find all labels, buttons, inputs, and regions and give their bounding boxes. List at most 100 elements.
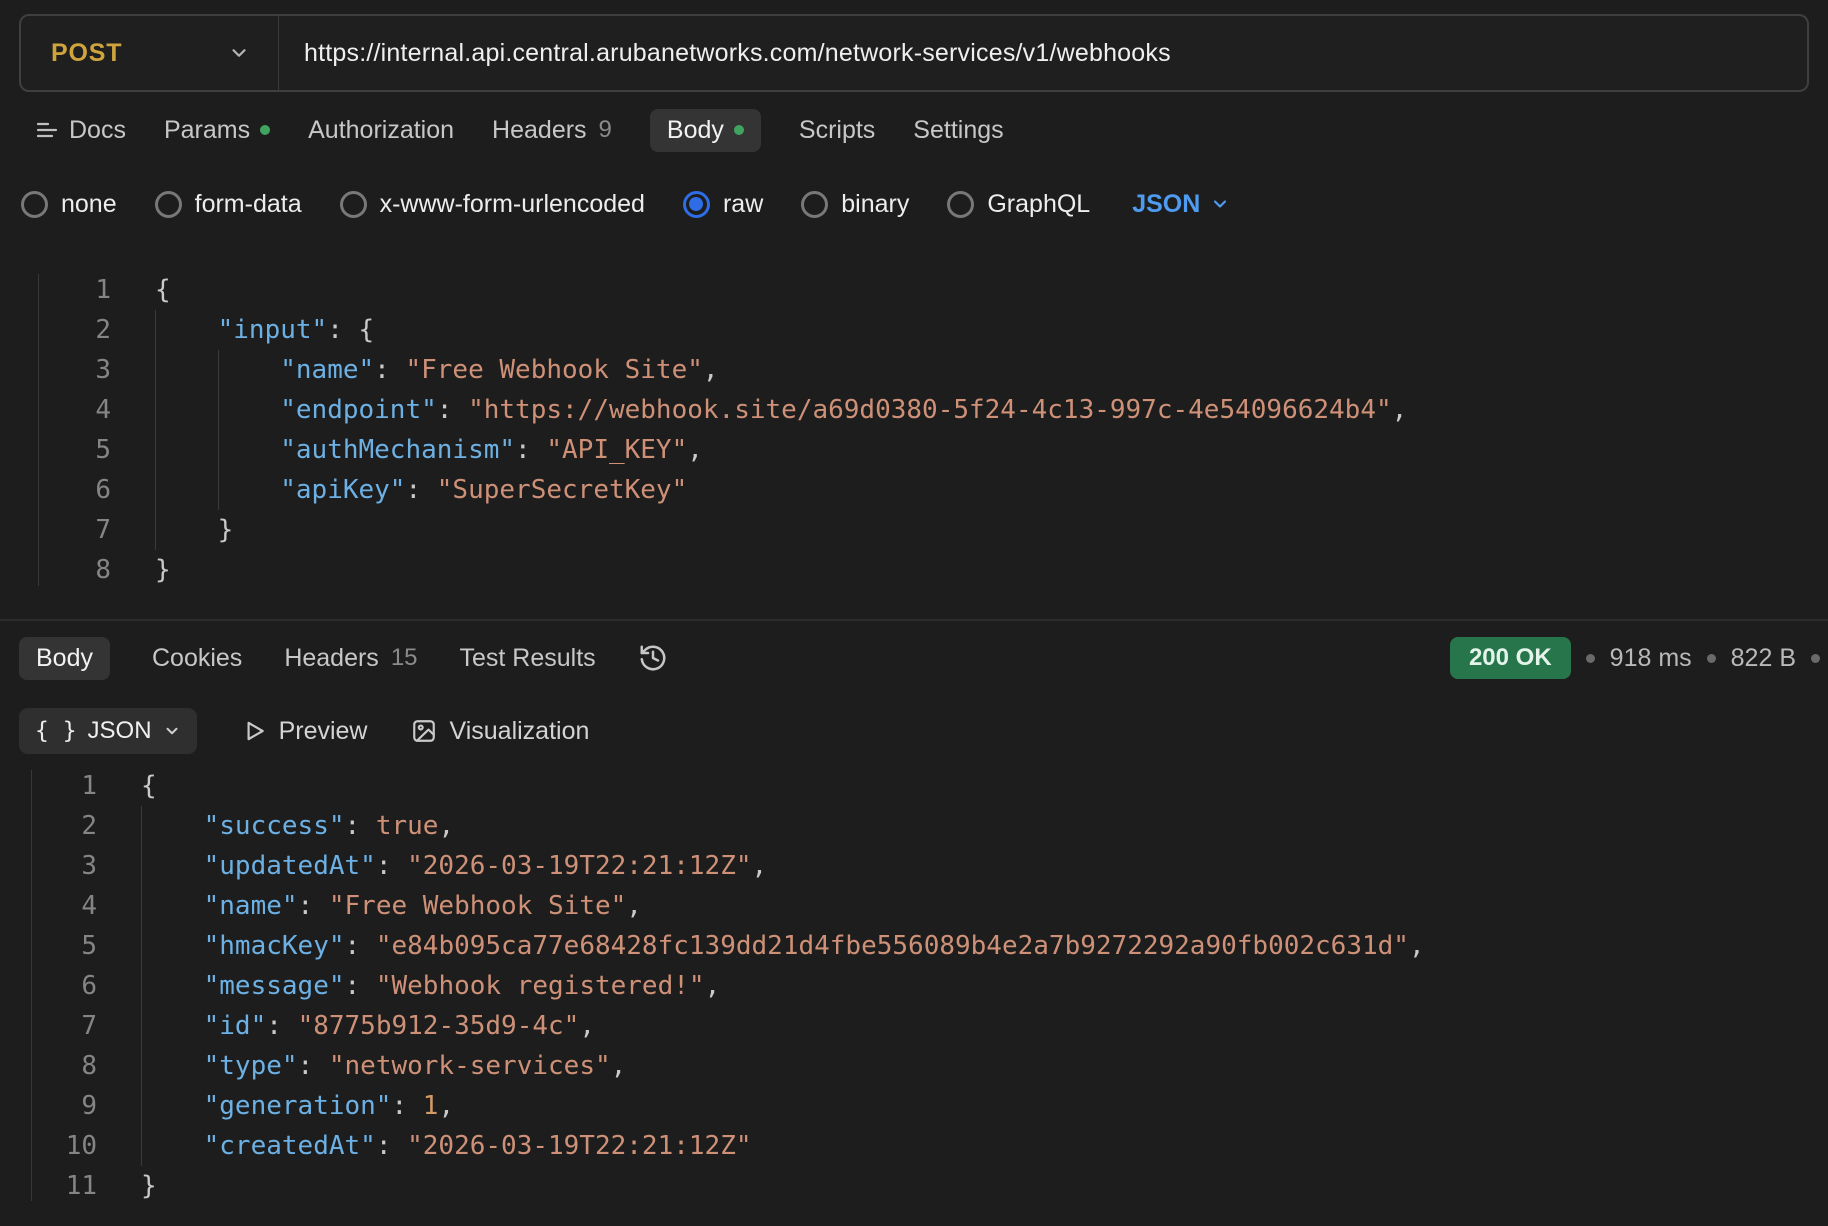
tab-label: Scripts [798,115,876,144]
code-line: 9 "generation": 1, [31,1086,1828,1126]
response-format-dropdown[interactable]: { } JSON [19,708,197,754]
line-number: 6 [81,971,97,1001]
code-text: "hmacKey": "e84b095ca77e68428fc139dd21d4… [141,926,1425,966]
line-number: 8 [81,1051,97,1081]
line-number: 3 [81,851,97,881]
tab-label: Authorization [308,115,455,144]
code-text: "success": true, [141,806,454,846]
tab-scripts[interactable]: Scripts [799,116,875,145]
response-size: 822 B [1730,643,1796,672]
body-type-label: none [61,189,117,218]
headers-count: 9 [598,116,612,143]
tab-headers[interactable]: Headers 9 [492,116,612,145]
line-number: 1 [95,275,111,305]
response-time: 918 ms [1609,643,1692,672]
api-client-window: POST https://internal.api.central.aruban… [0,14,1828,1206]
body-type-binary[interactable]: binary [801,190,909,219]
response-format-label: JSON [87,717,152,744]
response-tab-test-results[interactable]: Test Results [460,644,596,673]
code-line: 6 "message": "Webhook registered!", [31,966,1828,1006]
line-number: 7 [95,515,111,545]
response-tab-headers[interactable]: Headers 15 [284,644,417,673]
chevron-down-icon [166,727,178,735]
method-dropdown[interactable]: POST [21,16,279,90]
method-label: POST [51,38,123,67]
request-tab-bar: Docs Params Authorization Headers 9 Body… [0,102,1828,158]
braces-icon: { } [35,718,77,744]
body-type-none[interactable]: none [21,190,117,219]
code-line: 5 "hmacKey": "e84b095ca77e68428fc139dd21… [31,926,1828,966]
body-type-label: GraphQL [987,189,1091,218]
indent-guide [155,510,156,550]
body-type-x-www-form-urlencoded[interactable]: x-www-form-urlencoded [339,190,645,219]
response-tab-bar: Body Cookies Headers 15 Test Results [19,636,668,680]
line-number: 4 [81,891,97,921]
code-text: "authMechanism": "API_KEY", [155,430,703,470]
code-text: "name": "Free Webhook Site", [155,350,719,390]
docs-icon [36,122,58,138]
code-line: 1{ [31,766,1828,806]
radio-selected-icon [682,190,710,218]
response-tab-body[interactable]: Body [19,636,110,680]
response-tab-cookies[interactable]: Cookies [152,644,242,673]
tab-body[interactable]: Body [649,108,761,152]
code-line: 3 "name": "Free Webhook Site", [38,350,1828,390]
response-toolbar: { } JSON Preview Visualization [0,707,1828,755]
body-type-label: raw [722,189,764,218]
code-line: 5 "authMechanism": "API_KEY", [38,430,1828,470]
request-body-editor[interactable]: 1{2 "input": {3 "name": "Free Webhook Si… [0,230,1828,619]
code-text: "message": "Webhook registered!", [141,966,720,1006]
tab-settings[interactable]: Settings [913,116,1003,145]
preview-button[interactable]: Preview [241,716,368,746]
line-number: 3 [95,355,111,385]
request-url-bar: POST https://internal.api.central.aruban… [19,14,1809,92]
code-line: 7 "id": "8775b912-35d9-4c", [31,1006,1828,1046]
tab-label: Body [666,115,724,144]
indent-guide [217,430,219,470]
indent-guide [141,966,142,1006]
code-line: 3 "updatedAt": "2026-03-19T22:21:12Z", [31,846,1828,886]
history-icon[interactable] [638,643,668,673]
visualization-button[interactable]: Visualization [411,717,589,746]
chevron-down-icon [232,49,246,57]
code-line: 4 "endpoint": "https://webhook.site/a69d… [38,390,1828,430]
params-modified-dot [260,125,271,135]
indent-guide [141,886,142,926]
indent-guide [217,350,219,390]
tab-label: Cookies [151,643,243,672]
radio-icon [947,190,975,218]
code-text: "createdAt": "2026-03-19T22:21:12Z" [141,1126,752,1166]
code-text: "apiKey": "SuperSecretKey" [155,470,687,510]
indent-guide [155,470,156,510]
response-code-block: 1{ 2 "success": true, 3 "updatedAt": "2026… [31,766,1828,1206]
play-icon [247,721,264,741]
status-badge: 200 OK [1449,637,1571,679]
response-headers-count: 15 [390,644,418,671]
body-type-row: none form-data x-www-form-urlencoded raw… [0,178,1828,230]
preview-label: Preview [278,716,368,745]
radio-icon [154,190,182,218]
indent-guide [141,1046,142,1086]
body-type-graphql[interactable]: GraphQL [947,190,1090,219]
raw-format-dropdown[interactable]: JSON [1132,190,1230,219]
line-number: 2 [81,811,97,841]
code-line: 11} [31,1166,1828,1206]
indent-guide [155,390,156,430]
url-input[interactable]: https://internal.api.central.arubanetwor… [279,16,1807,90]
indent-guide [155,350,156,390]
tab-params[interactable]: Params [164,116,271,145]
code-text: } [155,510,233,550]
line-number: 7 [81,1011,97,1041]
code-line: 2 "input": { [38,310,1828,350]
docs-button[interactable]: Docs [35,116,126,145]
body-type-form-data[interactable]: form-data [154,189,302,219]
tab-authorization[interactable]: Authorization [308,116,454,145]
indent-guide [141,1086,142,1126]
separator-dot [1706,653,1716,663]
body-type-label: form-data [194,189,302,218]
line-number: 11 [65,1171,97,1201]
tab-label: Headers [284,643,379,672]
tab-label: Test Results [459,643,596,672]
body-type-raw[interactable]: raw [682,189,764,219]
indent-guide [155,430,156,470]
